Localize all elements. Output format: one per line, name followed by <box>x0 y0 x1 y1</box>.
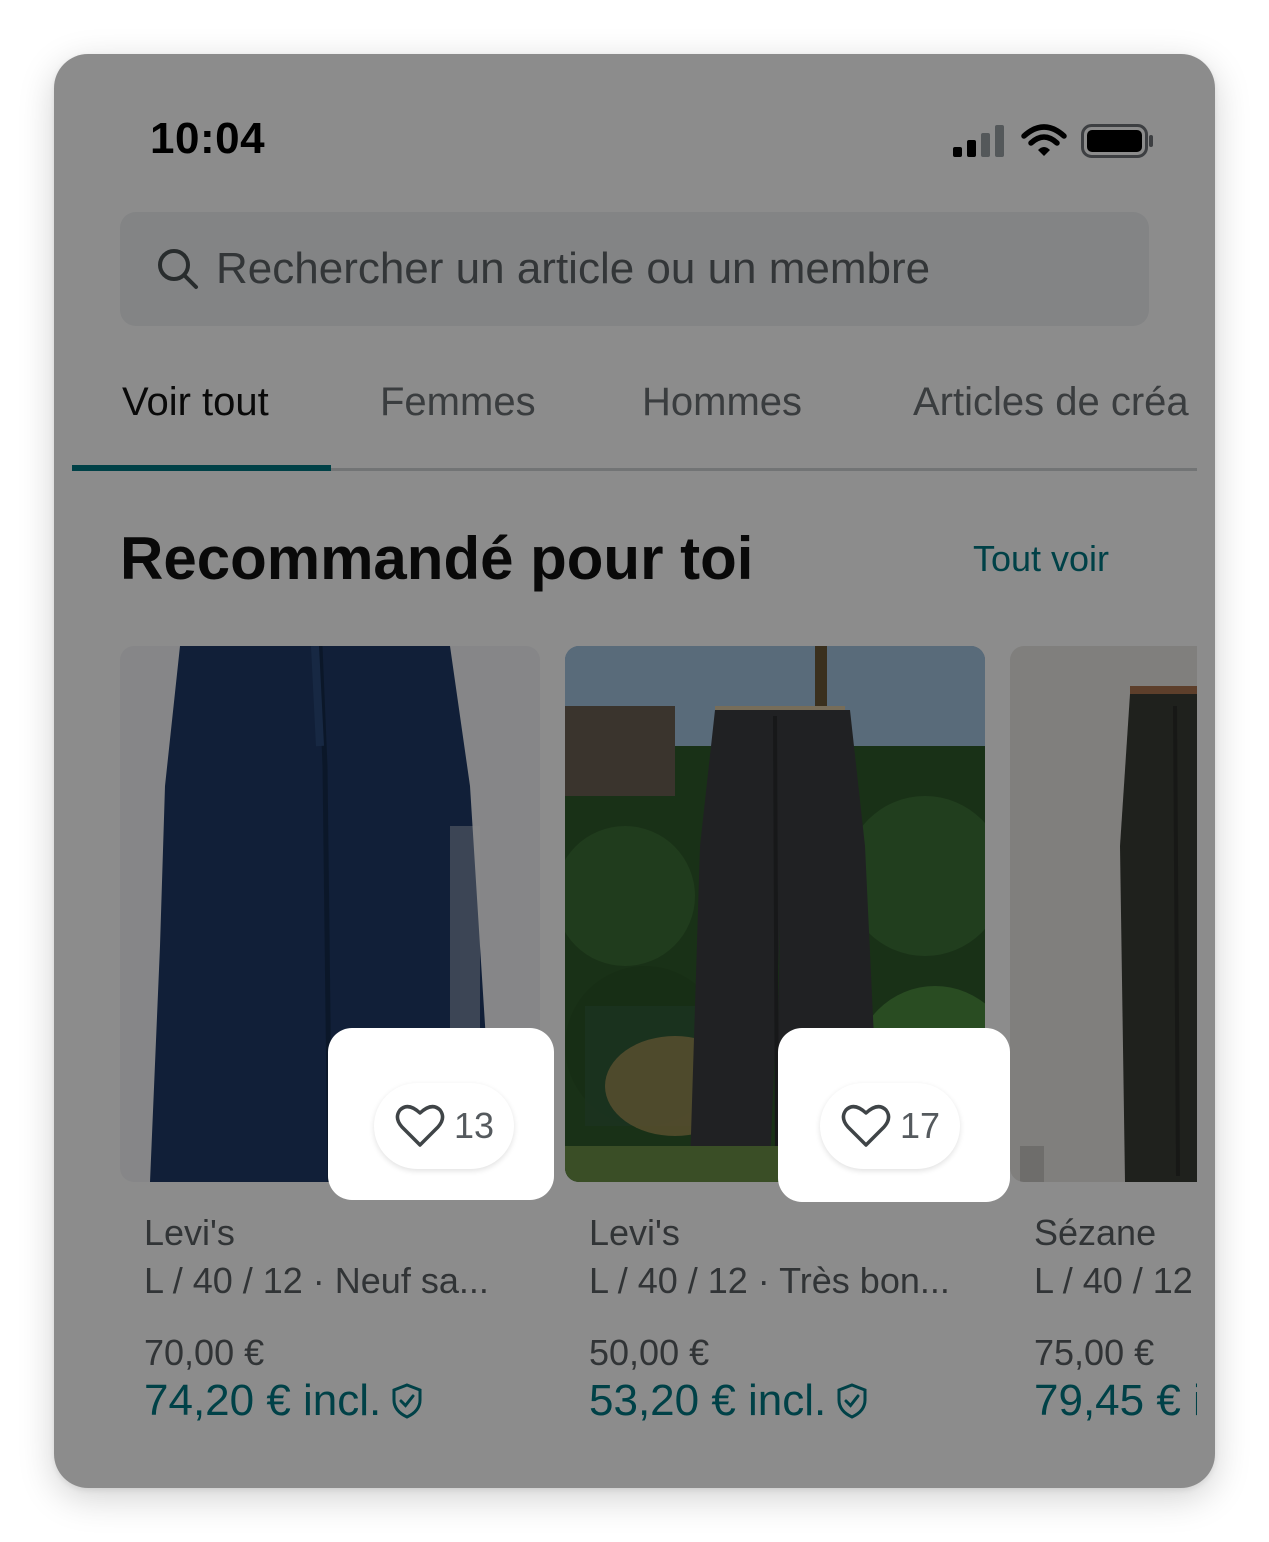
product-price-incl: 53,20 € incl. <box>589 1376 985 1426</box>
product-price: 75,00 € <box>1034 1332 1155 1373</box>
heart-icon <box>395 1104 445 1147</box>
product-brand: Levi's <box>144 1212 235 1253</box>
status-icons <box>953 124 1155 158</box>
section-title: Recommandé pour toi <box>120 525 754 592</box>
product-details: L / 40 / 12 <box>1034 1260 1193 1301</box>
wifi-icon <box>1021 124 1067 156</box>
shield-icon[interactable] <box>836 1383 868 1419</box>
status-time: 10:04 <box>150 114 266 163</box>
price-incl-text: 53,20 € incl. <box>589 1376 827 1425</box>
product-price-incl: 79,45 € i <box>1034 1376 1197 1426</box>
search-bar[interactable]: Rechercher un article ou un membre <box>120 212 1149 326</box>
product-price: 70,00 € <box>144 1332 265 1373</box>
app-screen: 10:04 Rechercher un article ou un membre… <box>54 54 1215 1488</box>
product-card[interactable]: Sézane L / 40 / 12 75,00 € 79,45 € i <box>1010 646 1197 1426</box>
product-image[interactable] <box>1010 646 1197 1182</box>
shield-icon[interactable] <box>391 1383 423 1419</box>
product-brand: Levi's <box>589 1212 680 1253</box>
signal-icon <box>953 125 1004 157</box>
tab-femmes[interactable]: Femmes <box>380 380 536 425</box>
active-tab-indicator <box>72 465 331 471</box>
category-tabs: Voir tout Femmes Hommes Articles de créa <box>72 372 1197 471</box>
grey-trousers-photo <box>1010 646 1197 1182</box>
favorite-button[interactable]: 13 <box>374 1083 514 1169</box>
favorite-button[interactable]: 17 <box>820 1083 960 1169</box>
phone-frame: 10:04 Rechercher un article ou un membre… <box>54 54 1215 1488</box>
search-placeholder: Rechercher un article ou un membre <box>216 244 931 293</box>
price-incl-text: 74,20 € incl. <box>144 1376 382 1425</box>
see-all-link[interactable]: Tout voir <box>973 538 1109 580</box>
search-icon <box>158 249 198 289</box>
product-price: 50,00 € <box>589 1332 710 1373</box>
heart-icon <box>841 1104 891 1147</box>
favorite-count: 13 <box>453 1105 495 1146</box>
favorite-count: 17 <box>899 1105 941 1146</box>
battery-icon <box>1081 124 1153 158</box>
tab-hommes[interactable]: Hommes <box>642 380 802 425</box>
product-details: L / 40 / 12 · Très bon... <box>589 1260 950 1301</box>
price-incl-text: 79,45 € i <box>1034 1376 1197 1425</box>
tab-articles-de-createurs[interactable]: Articles de créa <box>913 380 1189 425</box>
product-price-incl: 74,20 € incl. <box>144 1376 540 1426</box>
product-brand: Sézane <box>1034 1212 1157 1253</box>
product-details: L / 40 / 12 · Neuf sa... <box>144 1260 489 1301</box>
tab-voir-tout[interactable]: Voir tout <box>122 380 269 425</box>
